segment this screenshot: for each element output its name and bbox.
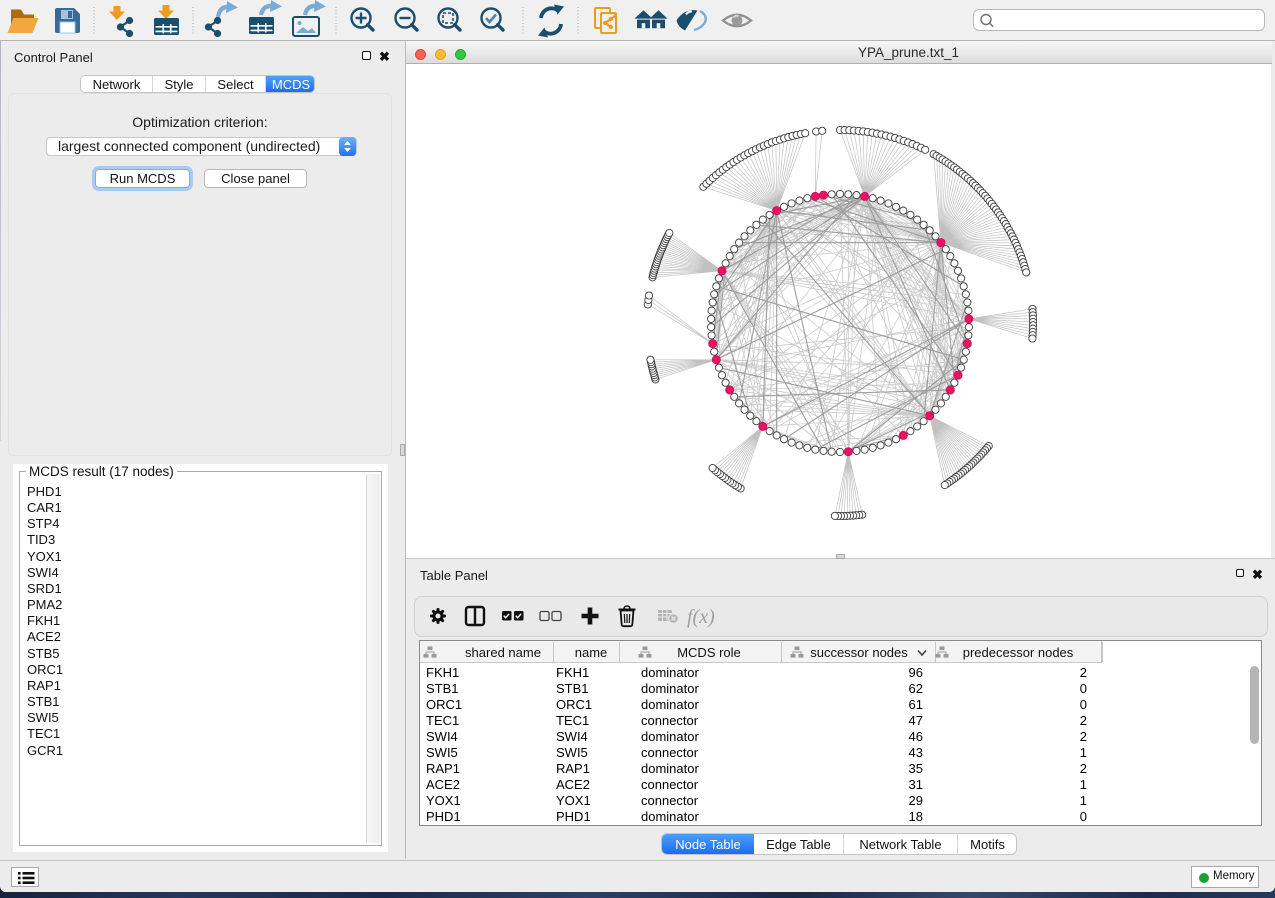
svg-text:f(x): f(x) <box>687 606 715 628</box>
